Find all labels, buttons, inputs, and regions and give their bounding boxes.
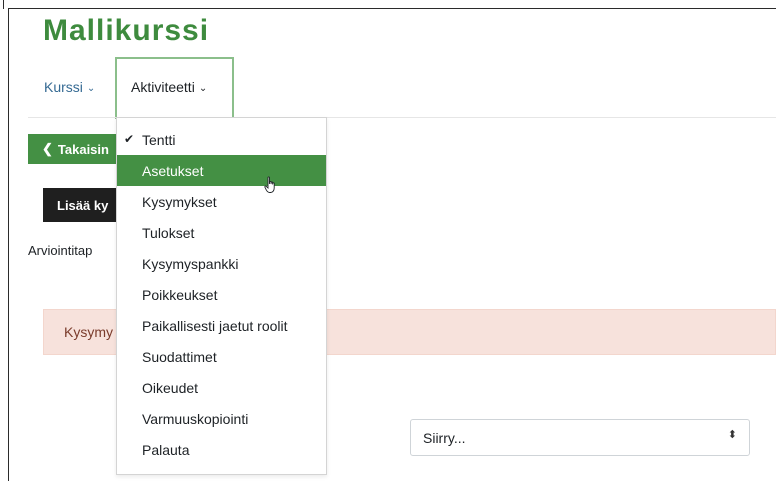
menu-item-label: Kysymyspankki: [142, 255, 239, 272]
frame-border-top: [8, 8, 776, 9]
nav-kurssi-label: Kurssi: [44, 79, 83, 95]
menu-item-label: Tentti: [142, 131, 176, 148]
menu-item-suodattimet[interactable]: Suodattimet: [117, 341, 326, 372]
menu-item-label: Suodattimet: [142, 348, 217, 365]
menu-item-palauta[interactable]: Palauta: [117, 434, 326, 465]
sort-arrows-icon: ⬍: [727, 429, 737, 441]
menu-item-asetukset[interactable]: Asetukset: [117, 155, 326, 186]
menu-item-kysymyspankki[interactable]: Kysymyspankki: [117, 248, 326, 279]
course-title: Mallikurssi: [43, 14, 210, 47]
menu-item-tulokset[interactable]: Tulokset: [117, 217, 326, 248]
chevron-down-icon: ⌄: [198, 82, 208, 94]
menu-item-label: Varmuuskopiointi: [142, 410, 249, 427]
nav-kurssi-dropdown[interactable]: Kurssi ⌄: [44, 79, 95, 95]
frame-border-left: [8, 8, 9, 481]
frame-corner-mark: [3, 0, 4, 9]
menu-item-label: Paikallisesti jaetut roolit: [142, 317, 288, 334]
hand-pointer-icon: [264, 176, 275, 193]
menu-item-varmuuskopiointi[interactable]: Varmuuskopiointi: [117, 403, 326, 434]
menu-item-label: Kysymykset: [142, 193, 217, 210]
menu-item-tentti[interactable]: ✔ Tentti: [117, 124, 326, 155]
chevron-left-icon: ❮: [42, 141, 53, 156]
menu-item-label: Palauta: [142, 441, 190, 458]
back-button-label: Takaisin: [57, 141, 109, 157]
nav-aktiviteetti-dropdown[interactable]: Aktiviteetti ⌄: [131, 79, 207, 95]
add-button-label: Lisää ky: [57, 197, 109, 213]
jump-to-select[interactable]: Siirry... ⬍: [410, 419, 750, 456]
check-icon: ✔: [124, 132, 135, 146]
menu-item-label: Oikeudet: [142, 379, 199, 396]
menu-item-label: Poikkeukset: [142, 286, 218, 303]
menu-item-poikkeukset[interactable]: Poikkeukset: [117, 279, 326, 310]
menu-item-label: Asetukset: [142, 162, 204, 179]
chevron-down-icon: ⌄: [86, 82, 96, 94]
jump-to-selected-value: Siirry...: [423, 429, 466, 446]
back-button[interactable]: ❮ Takaisin: [28, 134, 128, 164]
nav-aktiviteetti-label: Aktiviteetti: [131, 79, 195, 95]
menu-item-label: Tulokset: [142, 224, 195, 241]
grading-method-text: Arviointitap: [28, 243, 93, 258]
menu-item-oikeudet[interactable]: Oikeudet: [117, 372, 326, 403]
activity-dropdown-menu: ✔ Tentti Asetukset Kysymykset Tulokset K…: [116, 117, 327, 475]
menu-item-kysymykset[interactable]: Kysymykset: [117, 186, 326, 217]
alert-text: Kysymy: [64, 324, 113, 340]
menu-item-paikallisesti-jaetut-roolit[interactable]: Paikallisesti jaetut roolit: [117, 310, 326, 341]
